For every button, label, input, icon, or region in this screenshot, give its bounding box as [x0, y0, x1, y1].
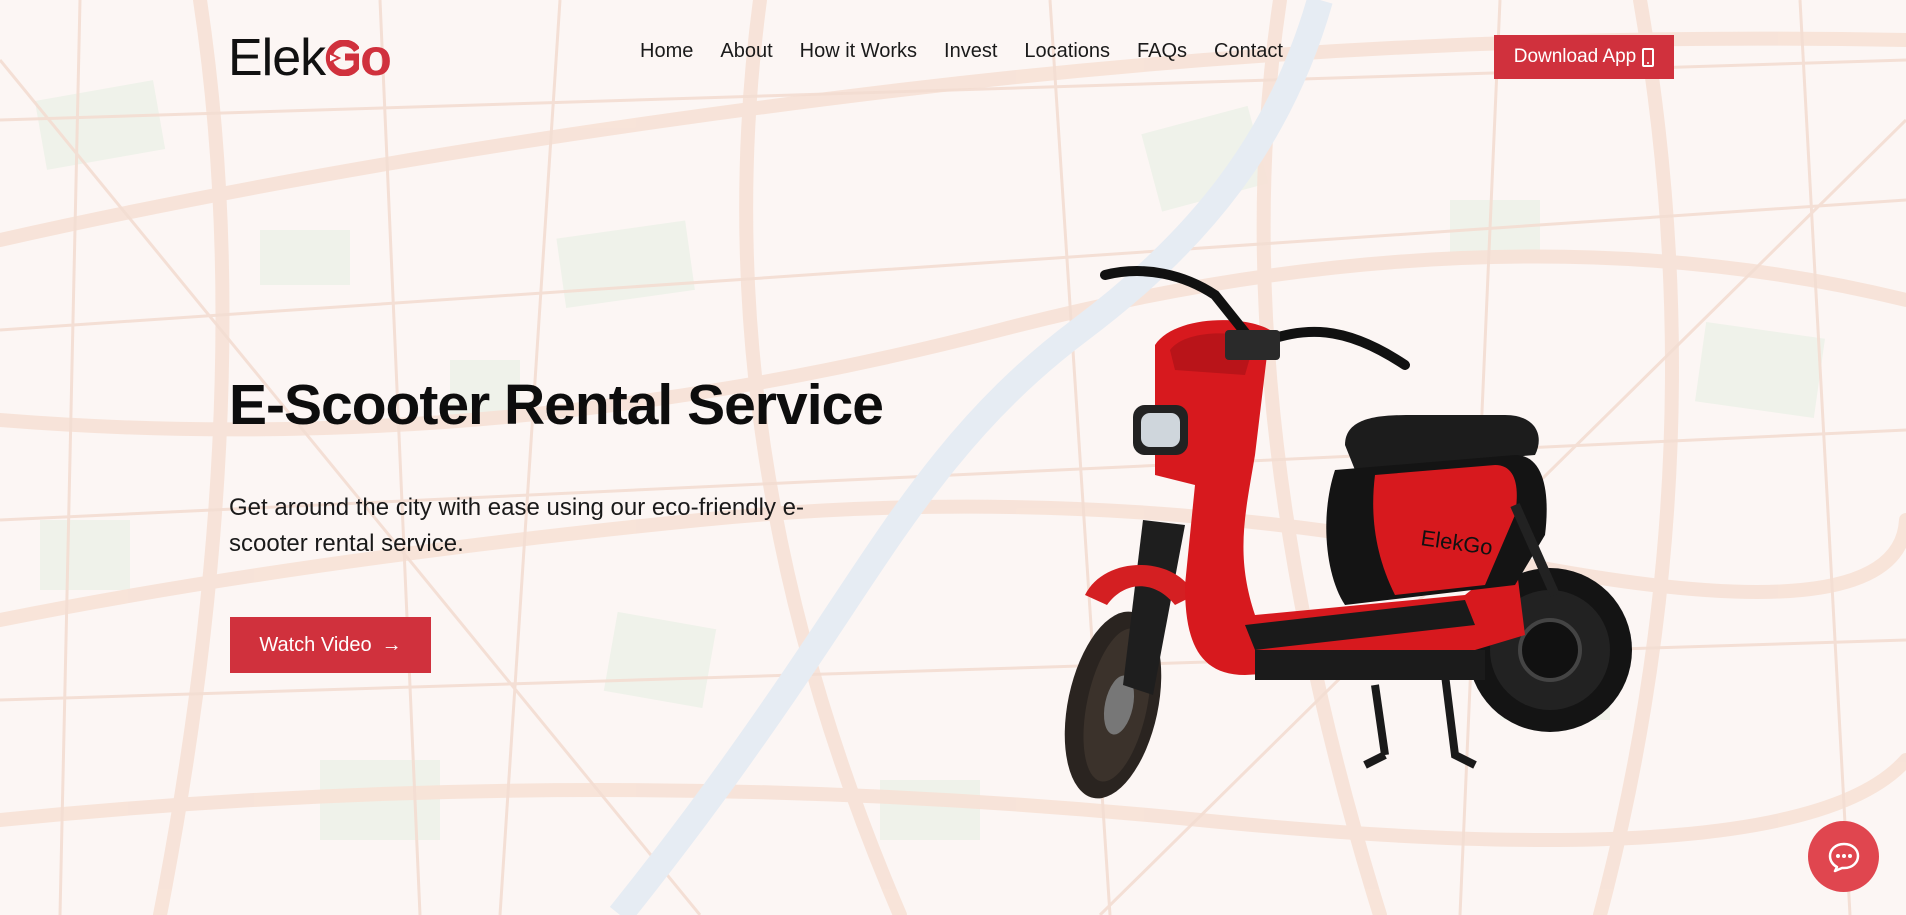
phone-icon	[1642, 47, 1655, 67]
arrow-right-icon: →	[381, 633, 402, 656]
scooter-image: ElekGo	[1064, 266, 1632, 799]
chat-bubble-icon	[1828, 842, 1859, 872]
nav-invest[interactable]: Invest	[944, 40, 997, 68]
watch-video-label: Watch Video	[259, 633, 372, 656]
nav-faqs[interactable]: FAQs	[1137, 40, 1187, 68]
nav-locations[interactable]: Locations	[1024, 40, 1110, 68]
nav-about[interactable]: About	[720, 40, 772, 68]
hero-title: E-Scooter Rental Service	[229, 373, 884, 437]
download-app-label: Download App	[1513, 46, 1637, 67]
logo-text-go: o	[325, 28, 392, 88]
logo-text-go-letters: o	[360, 29, 392, 87]
nav-home[interactable]: Home	[640, 40, 693, 68]
download-app-button[interactable]: Download App	[1494, 35, 1674, 79]
logo-text-elek: Elek	[228, 29, 326, 87]
hero-subtitle: Get around the city with ease using our …	[229, 494, 804, 557]
main-nav: Home About How it Works Invest Locations…	[640, 40, 1283, 68]
nav-how-it-works[interactable]: How it Works	[800, 40, 917, 68]
chat-widget-button[interactable]	[1808, 821, 1879, 892]
elekgo-logo[interactable]: Elek o	[228, 28, 392, 88]
logo-play-mark-icon	[325, 40, 360, 76]
watch-video-button[interactable]: Watch Video →	[230, 617, 431, 673]
nav-contact[interactable]: Contact	[1214, 40, 1283, 68]
